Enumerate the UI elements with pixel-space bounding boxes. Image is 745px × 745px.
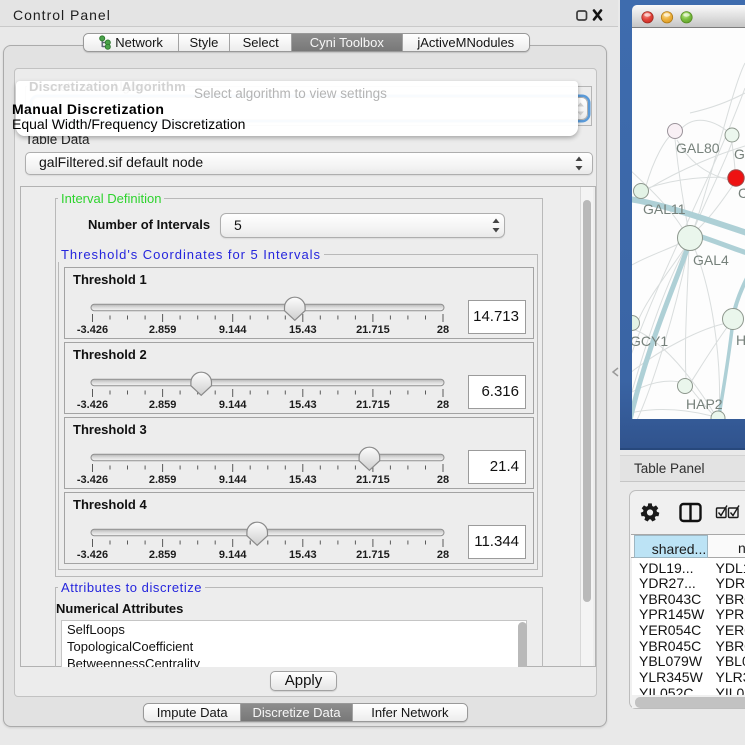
svg-text:GAL11: GAL11 [643,201,686,217]
svg-text:GAL: GAL [734,146,745,162]
svg-text:HAP2: HAP2 [686,396,723,412]
svg-text:28: 28 [437,474,449,486]
svg-text:21.715: 21.715 [356,399,390,411]
svg-text:-3.426: -3.426 [77,549,108,561]
svg-text:-3.426: -3.426 [77,399,108,411]
svg-text:9.144: 9.144 [219,324,247,336]
svg-text:15.43: 15.43 [289,399,317,411]
svg-text:2.859: 2.859 [149,399,177,411]
svg-text:-3.426: -3.426 [77,324,108,336]
svg-text:28: 28 [437,399,449,411]
svg-text:2.859: 2.859 [149,549,177,561]
svg-text:-3.426: -3.426 [77,474,108,486]
svg-text:21.715: 21.715 [356,324,390,336]
svg-text:H: H [736,332,745,348]
svg-text:2.859: 2.859 [149,474,177,486]
svg-text:15.43: 15.43 [289,549,317,561]
svg-text:GAL4: GAL4 [693,252,729,268]
svg-text:28: 28 [437,324,449,336]
svg-text:9.144: 9.144 [219,399,247,411]
svg-text:21.715: 21.715 [356,549,390,561]
svg-text:9.144: 9.144 [219,549,247,561]
svg-text:28: 28 [437,549,449,561]
svg-text:GAL80: GAL80 [676,140,720,156]
svg-text:2.859: 2.859 [149,324,177,336]
svg-text:15.43: 15.43 [289,324,317,336]
svg-text:C: C [738,185,745,201]
svg-text:GCY1: GCY1 [632,333,668,349]
svg-text:9.144: 9.144 [219,474,247,486]
svg-text:21.715: 21.715 [356,474,390,486]
svg-text:15.43: 15.43 [289,474,317,486]
